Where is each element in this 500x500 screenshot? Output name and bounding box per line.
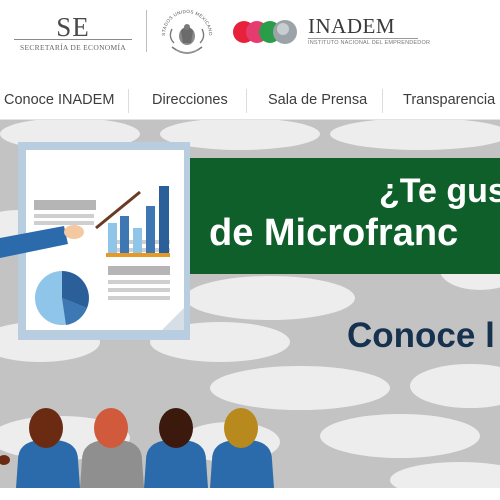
nav-item-conoce-inadem[interactable]: Conoce INADEM [4,92,114,108]
main-navigation: Conoce INADEM Direcciones Sala de Prensa… [0,85,500,120]
mexico-coat-of-arms-seal: ESTADOS UNIDOS MEXICANOS [156,3,213,54]
nav-item-direcciones[interactable]: Direcciones [152,92,228,108]
audience-person [16,408,80,488]
nav-item-sala-de-prensa[interactable]: Sala de Prensa [268,92,367,108]
nav-separator [246,89,247,113]
nav-separator [128,89,129,113]
site-header: SE SECRETARÍA DE ECONOMÍA ESTADOS UNIDOS… [0,0,500,85]
inadem-logo[interactable]: INADEM INSTITUTO NACIONAL DEL EMPRENDEDO… [230,14,440,50]
se-logo-rule [14,39,132,40]
inadem-rule [308,38,418,39]
page-bottom-strip [0,488,500,500]
nav-item-transparencia[interactable]: Transparencia [403,92,495,108]
audience-person [210,408,274,488]
nav-separator [382,89,383,113]
audience-person [80,408,144,488]
se-logo-name: SECRETARÍA DE ECONOMÍA [19,43,126,52]
audience-person [144,408,208,488]
hero-banner[interactable]: ¿Te gus de Microfranc Conoce l [0,120,500,488]
secretaria-economia-logo[interactable]: SE SECRETARÍA DE ECONOMÍA [14,10,132,60]
header-divider [146,10,147,52]
inadem-subtitle: INSTITUTO NACIONAL DEL EMPRENDEDOR [308,40,431,46]
inadem-name: INADEM [308,14,395,38]
inadem-dots-icon [233,20,297,44]
audience-figures [0,408,274,488]
